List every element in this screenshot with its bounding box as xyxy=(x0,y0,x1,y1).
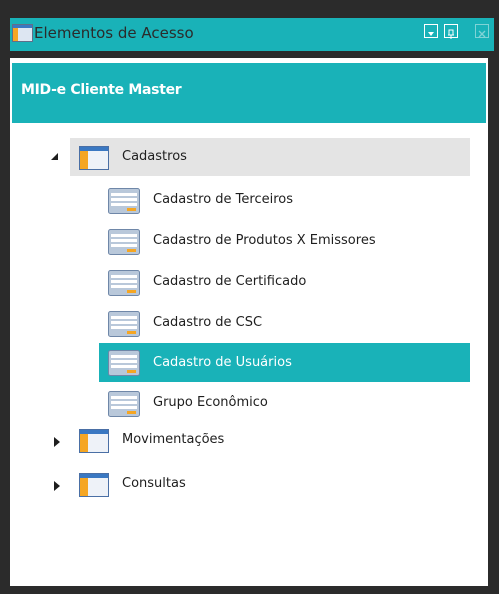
form-icon xyxy=(108,188,140,214)
tree-item-label: Cadastro de Produtos X Emissores xyxy=(153,233,376,248)
collapsed-arrow-icon[interactable] xyxy=(52,437,62,447)
dropdown-icon xyxy=(428,32,434,36)
form-icon xyxy=(108,391,140,417)
tree-group-label: Cadastros xyxy=(122,149,187,164)
title-bar: Elementos de Acesso xyxy=(0,0,499,58)
tree-item-label: Cadastro de CSC xyxy=(153,315,263,330)
folder-icon xyxy=(79,473,109,497)
tree-group-label: Movimentações xyxy=(122,432,225,447)
pin-icon xyxy=(448,29,454,39)
window-title: Elementos de Acesso xyxy=(34,24,194,42)
tree-group-label: Consultas xyxy=(122,476,186,491)
window-bottom-border xyxy=(10,586,489,594)
form-icon xyxy=(108,311,140,337)
form-icon xyxy=(108,229,140,255)
tree-item-label: Grupo Econômico xyxy=(153,395,268,410)
close-button[interactable] xyxy=(475,24,489,38)
dropdown-button[interactable] xyxy=(424,24,438,38)
pin-button[interactable] xyxy=(444,24,458,39)
collapsed-arrow-icon[interactable] xyxy=(52,481,62,491)
header-title: MID-e Cliente Master xyxy=(21,82,182,98)
tree-item-label: Cadastro de Certificado xyxy=(153,274,307,289)
form-icon xyxy=(108,350,140,376)
expanded-arrow-icon[interactable] xyxy=(50,152,60,162)
tree-item-label: Cadastro de Usuários xyxy=(153,355,292,370)
panel-icon xyxy=(12,24,33,42)
form-icon xyxy=(108,270,140,296)
folder-icon xyxy=(79,146,109,170)
tree-item-label: Cadastro de Terceiros xyxy=(153,192,293,207)
folder-icon xyxy=(79,429,109,453)
window: Elementos de Acesso MID-e Cliente Master xyxy=(0,0,499,594)
close-icon xyxy=(478,30,486,38)
